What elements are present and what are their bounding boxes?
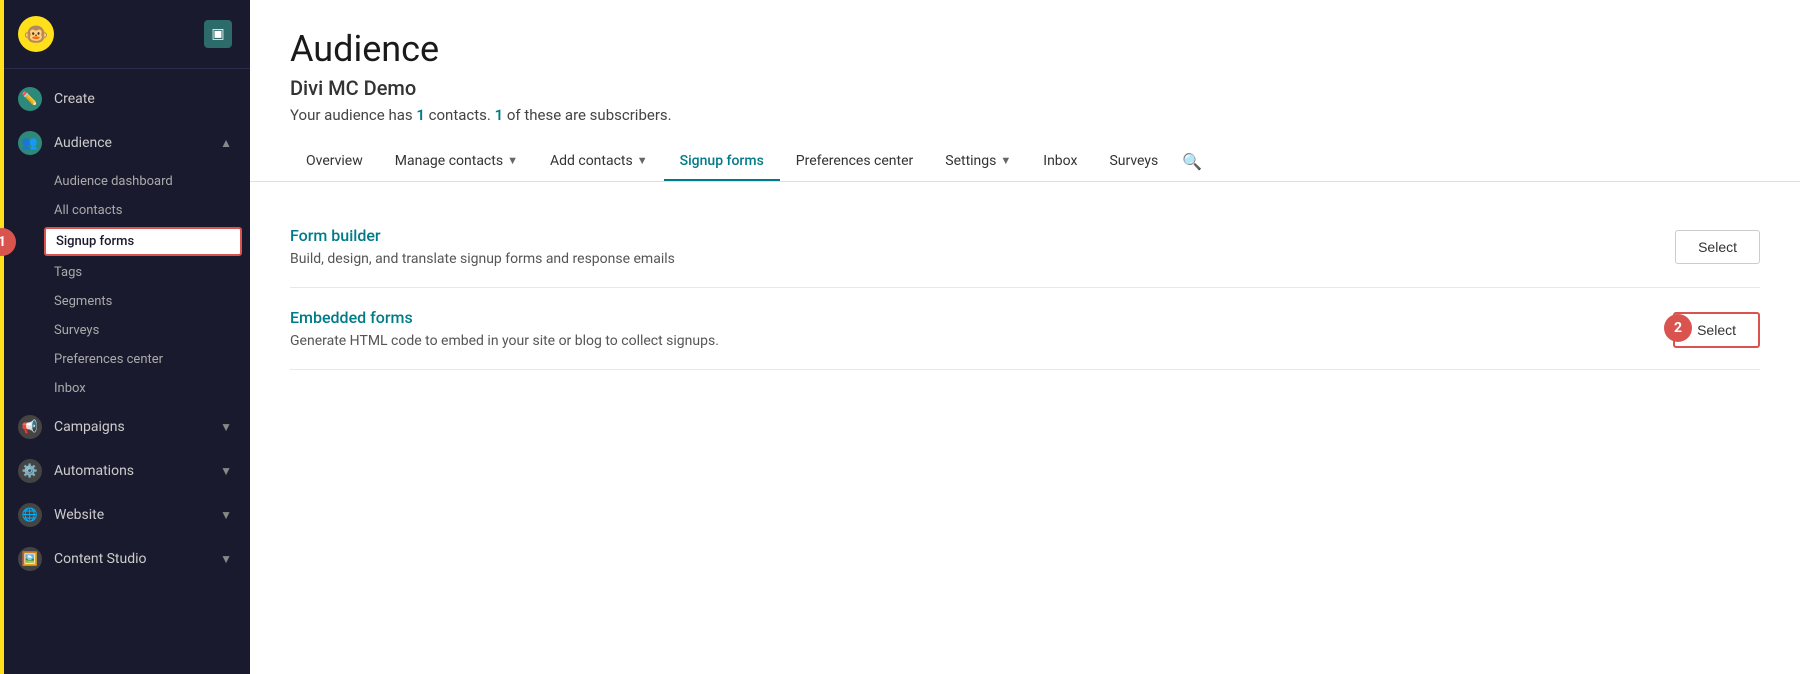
- sidebar-toggle-button[interactable]: ▣: [204, 20, 232, 48]
- main-content: Audience Divi MC Demo Your audience has …: [250, 0, 1800, 674]
- tab-signup-forms[interactable]: Signup forms: [664, 143, 780, 181]
- tab-manage-contacts[interactable]: Manage contacts ▼: [379, 143, 534, 181]
- sidebar-item-campaigns[interactable]: 📢 Campaigns ▼: [0, 405, 250, 449]
- content-studio-chevron-icon: ▼: [220, 552, 232, 566]
- main-body: Form builder Build, design, and translat…: [250, 182, 1800, 674]
- mailchimp-logo[interactable]: 🐵: [18, 16, 54, 52]
- sidebar-item-audience-label: Audience: [54, 135, 112, 151]
- tab-preferences-center[interactable]: Preferences center: [780, 143, 929, 181]
- sidebar-signup-forms-wrapper: 1 Signup forms: [0, 227, 250, 256]
- embedded-forms-actions: 2 Select: [1653, 308, 1760, 348]
- step-badge-1: 1: [0, 228, 16, 256]
- sidebar-item-website[interactable]: 🌐 Website ▼: [0, 493, 250, 537]
- content-studio-icon: 🖼️: [18, 547, 42, 571]
- audience-icon: 👥: [18, 131, 42, 155]
- subscribers-count: 1: [495, 106, 504, 124]
- embedded-forms-info: Embedded forms Generate HTML code to emb…: [290, 308, 719, 349]
- form-builder-info: Form builder Build, design, and translat…: [290, 226, 675, 267]
- search-icon[interactable]: 🔍: [1174, 142, 1210, 181]
- sidebar-item-campaigns-label: Campaigns: [54, 419, 125, 435]
- campaigns-icon: 📢: [18, 415, 42, 439]
- settings-chevron-icon: ▼: [1000, 154, 1011, 167]
- sidebar-item-audience-dashboard[interactable]: Audience dashboard: [0, 167, 250, 196]
- sidebar-item-all-contacts[interactable]: All contacts: [0, 196, 250, 225]
- sidebar-item-automations[interactable]: ⚙️ Automations ▼: [0, 449, 250, 493]
- contacts-count: 1: [416, 106, 425, 124]
- tab-surveys[interactable]: Surveys: [1093, 143, 1174, 181]
- sidebar-item-segments[interactable]: Segments: [0, 287, 250, 316]
- desc-suffix: of these are subscribers.: [503, 106, 671, 124]
- audience-chevron-icon: ▲: [220, 136, 232, 150]
- sidebar-item-audience[interactable]: 👥 Audience ▲: [0, 121, 250, 165]
- sidebar-item-inbox[interactable]: Inbox: [0, 374, 250, 403]
- sidebar-item-signup-forms[interactable]: Signup forms: [44, 227, 242, 256]
- automations-icon: ⚙️: [18, 459, 42, 483]
- manage-contacts-chevron-icon: ▼: [507, 154, 518, 167]
- website-chevron-icon: ▼: [220, 508, 232, 522]
- tab-add-contacts[interactable]: Add contacts ▼: [534, 143, 664, 181]
- step-badge-2: 2: [1664, 314, 1692, 342]
- tab-settings[interactable]: Settings ▼: [929, 143, 1027, 181]
- audience-sub-nav: Audience dashboard All contacts 1 Signup…: [0, 165, 250, 405]
- embedded-forms-title[interactable]: Embedded forms: [290, 308, 719, 327]
- tab-overview[interactable]: Overview: [290, 143, 379, 181]
- page-title: Audience: [290, 28, 1760, 70]
- sidebar-item-tags[interactable]: Tags: [0, 258, 250, 287]
- sidebar-header: 🐵 ▣: [0, 0, 250, 69]
- sidebar-item-content-studio-label: Content Studio: [54, 551, 147, 567]
- sidebar-item-surveys[interactable]: Surveys: [0, 316, 250, 345]
- sidebar-item-automations-label: Automations: [54, 463, 134, 479]
- form-option-embedded-forms: Embedded forms Generate HTML code to emb…: [290, 288, 1760, 370]
- sidebar: 🐵 ▣ ✏️ Create 👥 Audience ▲ Audience dash…: [0, 0, 250, 674]
- form-option-form-builder: Form builder Build, design, and translat…: [290, 206, 1760, 288]
- audience-description: Your audience has 1 contacts. 1 of these…: [290, 106, 1760, 124]
- campaigns-chevron-icon: ▼: [220, 420, 232, 434]
- page-header: Audience Divi MC Demo Your audience has …: [250, 0, 1800, 182]
- form-builder-select-button[interactable]: Select: [1675, 230, 1760, 264]
- desc-prefix: Your audience has: [290, 106, 416, 124]
- form-builder-title[interactable]: Form builder: [290, 226, 675, 245]
- automations-chevron-icon: ▼: [220, 464, 232, 478]
- sidebar-item-website-label: Website: [54, 507, 104, 523]
- tab-bar: Overview Manage contacts ▼ Add contacts …: [290, 142, 1760, 181]
- form-builder-description: Build, design, and translate signup form…: [290, 251, 675, 267]
- sidebar-item-content-studio[interactable]: 🖼️ Content Studio ▼: [0, 537, 250, 581]
- sidebar-item-create-label: Create: [54, 91, 95, 107]
- create-icon: ✏️: [18, 87, 42, 111]
- tab-inbox[interactable]: Inbox: [1027, 143, 1093, 181]
- desc-mid: contacts.: [425, 106, 495, 124]
- sidebar-item-create[interactable]: ✏️ Create: [0, 77, 250, 121]
- add-contacts-chevron-icon: ▼: [637, 154, 648, 167]
- audience-name: Divi MC Demo: [290, 76, 1760, 100]
- embedded-forms-description: Generate HTML code to embed in your site…: [290, 333, 719, 349]
- website-icon: 🌐: [18, 503, 42, 527]
- sidebar-nav: ✏️ Create 👥 Audience ▲ Audience dashboar…: [0, 69, 250, 674]
- sidebar-item-preferences-center[interactable]: Preferences center: [0, 345, 250, 374]
